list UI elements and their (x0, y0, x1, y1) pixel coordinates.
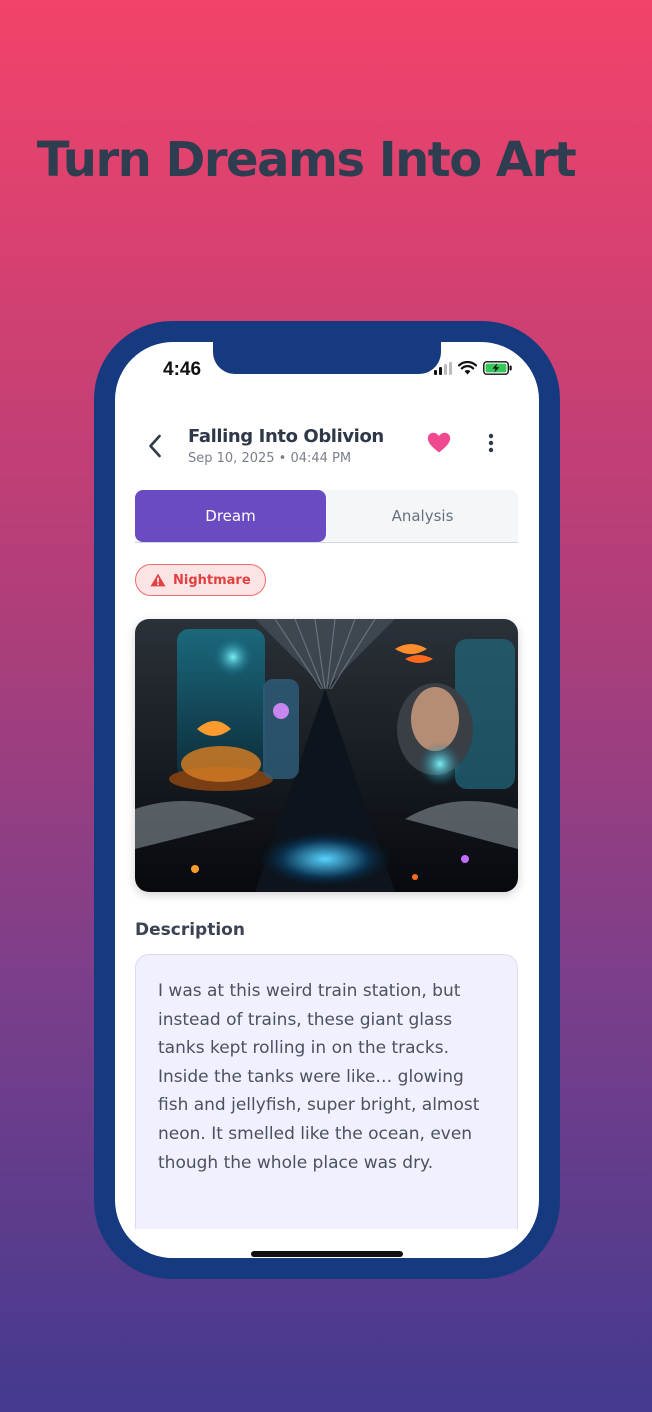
battery-icon (483, 361, 512, 375)
chevron-left-icon (149, 434, 161, 458)
description-heading: Description (135, 920, 245, 940)
phone-screen: 4:46 Falling Into Oblivion Sep 10, 2025 … (115, 342, 539, 1258)
signal-icon (434, 361, 452, 375)
headline: Turn Dreams Into Art (36, 132, 577, 188)
notch (213, 342, 441, 374)
description-text: I was at this weird train station, but i… (158, 981, 480, 1173)
dream-date: Sep 10, 2025 • 04:44 PM (188, 451, 352, 466)
more-options-button[interactable] (479, 428, 503, 458)
warning-icon (150, 573, 166, 587)
heart-icon (427, 432, 451, 452)
tab-dream[interactable]: Dream (135, 490, 326, 542)
dream-tabs: Dream Analysis (135, 490, 518, 543)
favorite-button[interactable] (425, 428, 453, 456)
more-vertical-icon (488, 433, 494, 453)
tab-analysis[interactable]: Analysis (327, 490, 518, 542)
home-indicator[interactable] (251, 1251, 403, 1257)
wifi-icon (458, 361, 477, 375)
dream-title: Falling Into Oblivion (188, 426, 384, 447)
nightmare-badge: Nightmare (135, 564, 266, 596)
status-icons (434, 361, 513, 375)
badge-label: Nightmare (173, 572, 251, 588)
dream-header: Falling Into Oblivion Sep 10, 2025 • 04:… (115, 426, 539, 476)
status-time: 4:46 (163, 359, 202, 380)
back-button[interactable] (143, 430, 167, 462)
phone-frame: 4:46 Falling Into Oblivion Sep 10, 2025 … (94, 321, 560, 1279)
dream-image (135, 619, 518, 892)
description-box: I was at this weird train station, but i… (135, 954, 518, 1254)
